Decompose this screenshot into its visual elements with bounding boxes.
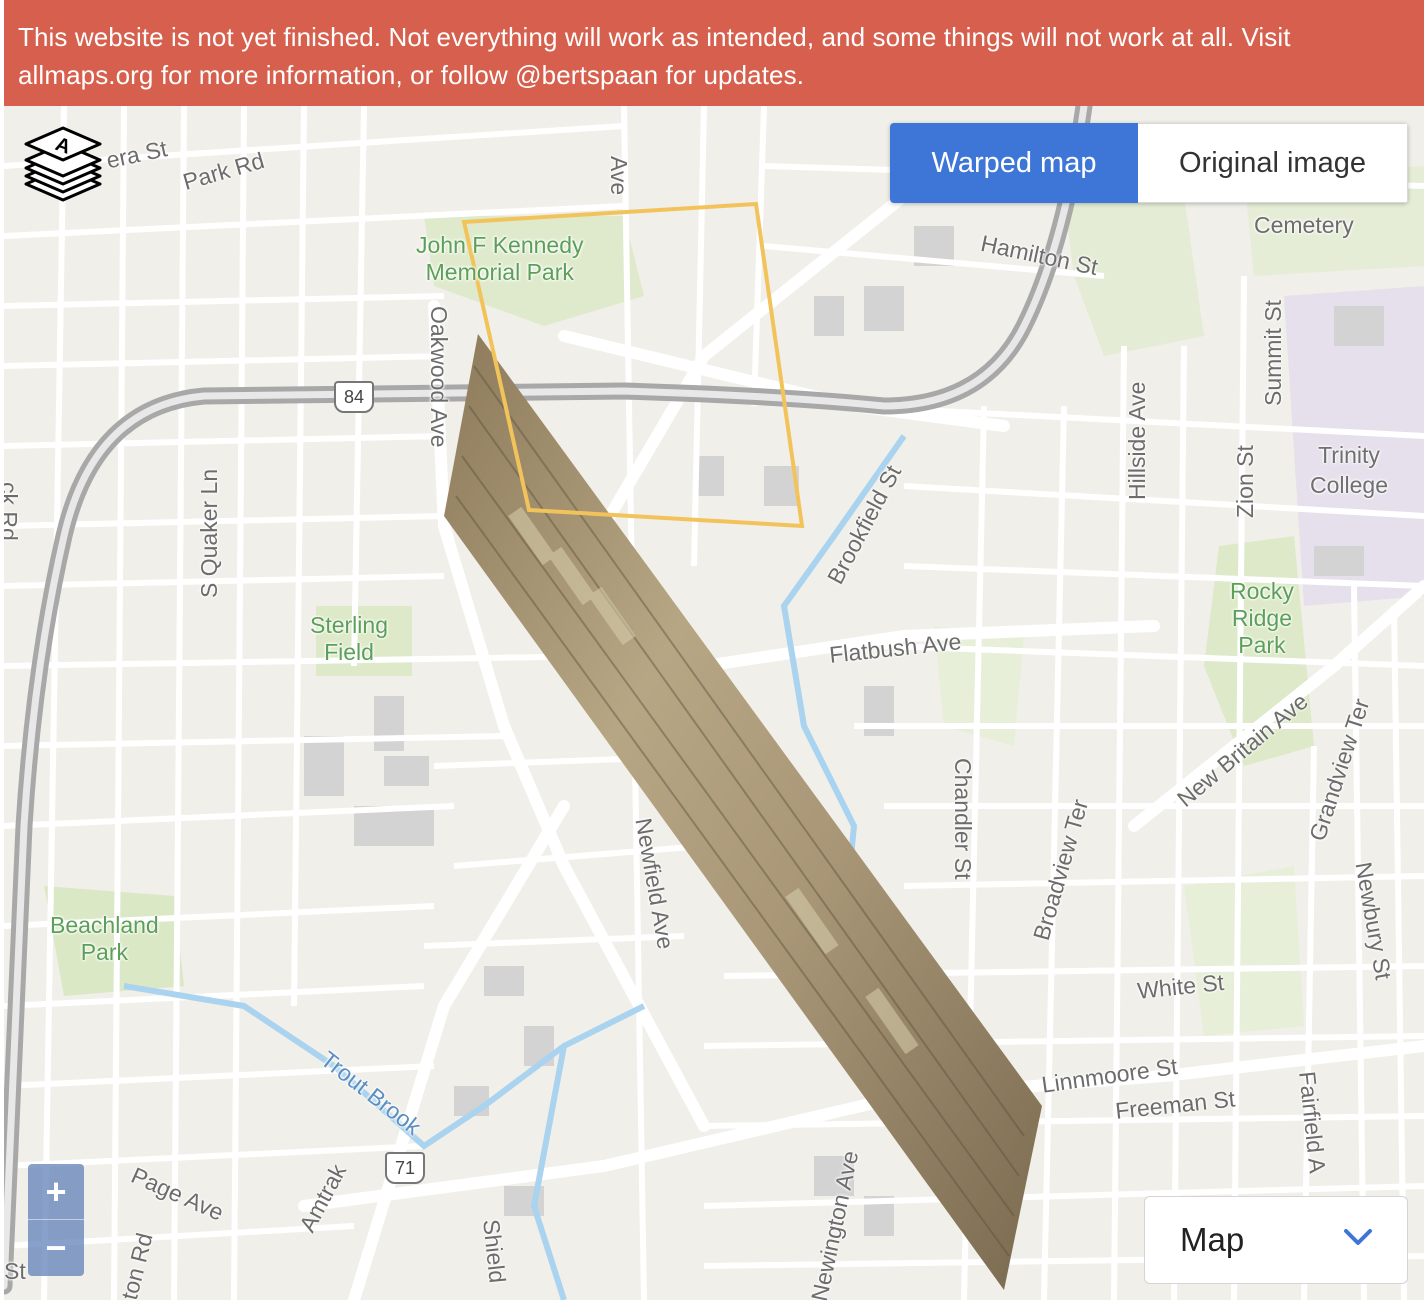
route-71-label: 71 bbox=[394, 1157, 416, 1178]
map-label-trinity-line1: Trinity bbox=[1318, 442, 1380, 468]
route-84-label: 84 bbox=[343, 386, 365, 407]
zoom-out-button[interactable]: − bbox=[28, 1220, 84, 1276]
warning-banner-text: This website is not yet finished. Not ev… bbox=[18, 22, 1291, 90]
map-label-rocky-ridge-park: Rocky Ridge Park bbox=[1230, 578, 1294, 659]
map-label-s-quaker-ln: S Quaker Ln bbox=[196, 468, 222, 598]
basemap-select-value: Map bbox=[1180, 1221, 1245, 1258]
map-label-oakwood-ave: Oakwood Ave bbox=[426, 306, 452, 448]
map-label-hillside-ave: Hillside Ave bbox=[1124, 381, 1150, 500]
map-label-sterling-field: Sterling Field bbox=[310, 612, 388, 666]
basemap-canvas bbox=[4, 106, 1424, 1300]
map-label-zion-st: Zion St bbox=[1232, 445, 1258, 518]
map-label-sterling-line2: Field bbox=[324, 639, 374, 665]
map-label-rocky-line3: Park bbox=[1238, 632, 1286, 658]
map-label-beachland-line1: Beachland bbox=[50, 912, 159, 938]
map-label-trinity-college: Trinity College bbox=[1310, 440, 1388, 500]
map-label-jfk-park: John F Kennedy Memorial Park bbox=[416, 232, 584, 286]
map-label-jfk-park-line2: Memorial Park bbox=[425, 259, 574, 285]
view-toggle: Warped map Original image bbox=[890, 123, 1408, 203]
map-label-rd-left: ck Rd bbox=[4, 482, 22, 541]
map-label-cemetery: Cemetery bbox=[1254, 212, 1354, 238]
map-label-beachland-park: Beachland Park bbox=[50, 912, 159, 966]
warped-map-button[interactable]: Warped map bbox=[890, 123, 1138, 203]
map-label-summit-st: Summit St bbox=[1260, 299, 1286, 406]
map-label-ave-top: Ave bbox=[606, 156, 632, 196]
map-label-chandler-st: Chandler St bbox=[950, 758, 976, 880]
map-label-beachland-line2: Park bbox=[80, 939, 128, 965]
map-label-rocky-line1: Rocky bbox=[1230, 578, 1294, 604]
map-viewport[interactable]: 84 71 era St Park Rd Ave John F Kennedy … bbox=[4, 106, 1424, 1300]
warning-banner: This website is not yet finished. Not ev… bbox=[4, 0, 1424, 106]
map-label-st-left: St bbox=[4, 1258, 26, 1284]
route-71-shield: 71 bbox=[385, 1152, 425, 1184]
basemap-select[interactable]: Map bbox=[1144, 1196, 1408, 1284]
map-label-trinity-line2: College bbox=[1310, 472, 1388, 498]
zoom-in-button[interactable]: + bbox=[28, 1164, 84, 1220]
original-image-button[interactable]: Original image bbox=[1138, 123, 1408, 203]
map-label-sterling-line1: Sterling bbox=[310, 612, 388, 638]
map-label-jfk-park-line1: John F Kennedy bbox=[416, 232, 584, 258]
chevron-down-icon bbox=[1344, 1229, 1372, 1245]
allmaps-logo-icon[interactable]: A bbox=[22, 124, 104, 204]
map-label-rocky-line2: Ridge bbox=[1231, 605, 1292, 631]
route-84-shield: 84 bbox=[334, 381, 374, 413]
zoom-control: + − bbox=[28, 1164, 84, 1276]
